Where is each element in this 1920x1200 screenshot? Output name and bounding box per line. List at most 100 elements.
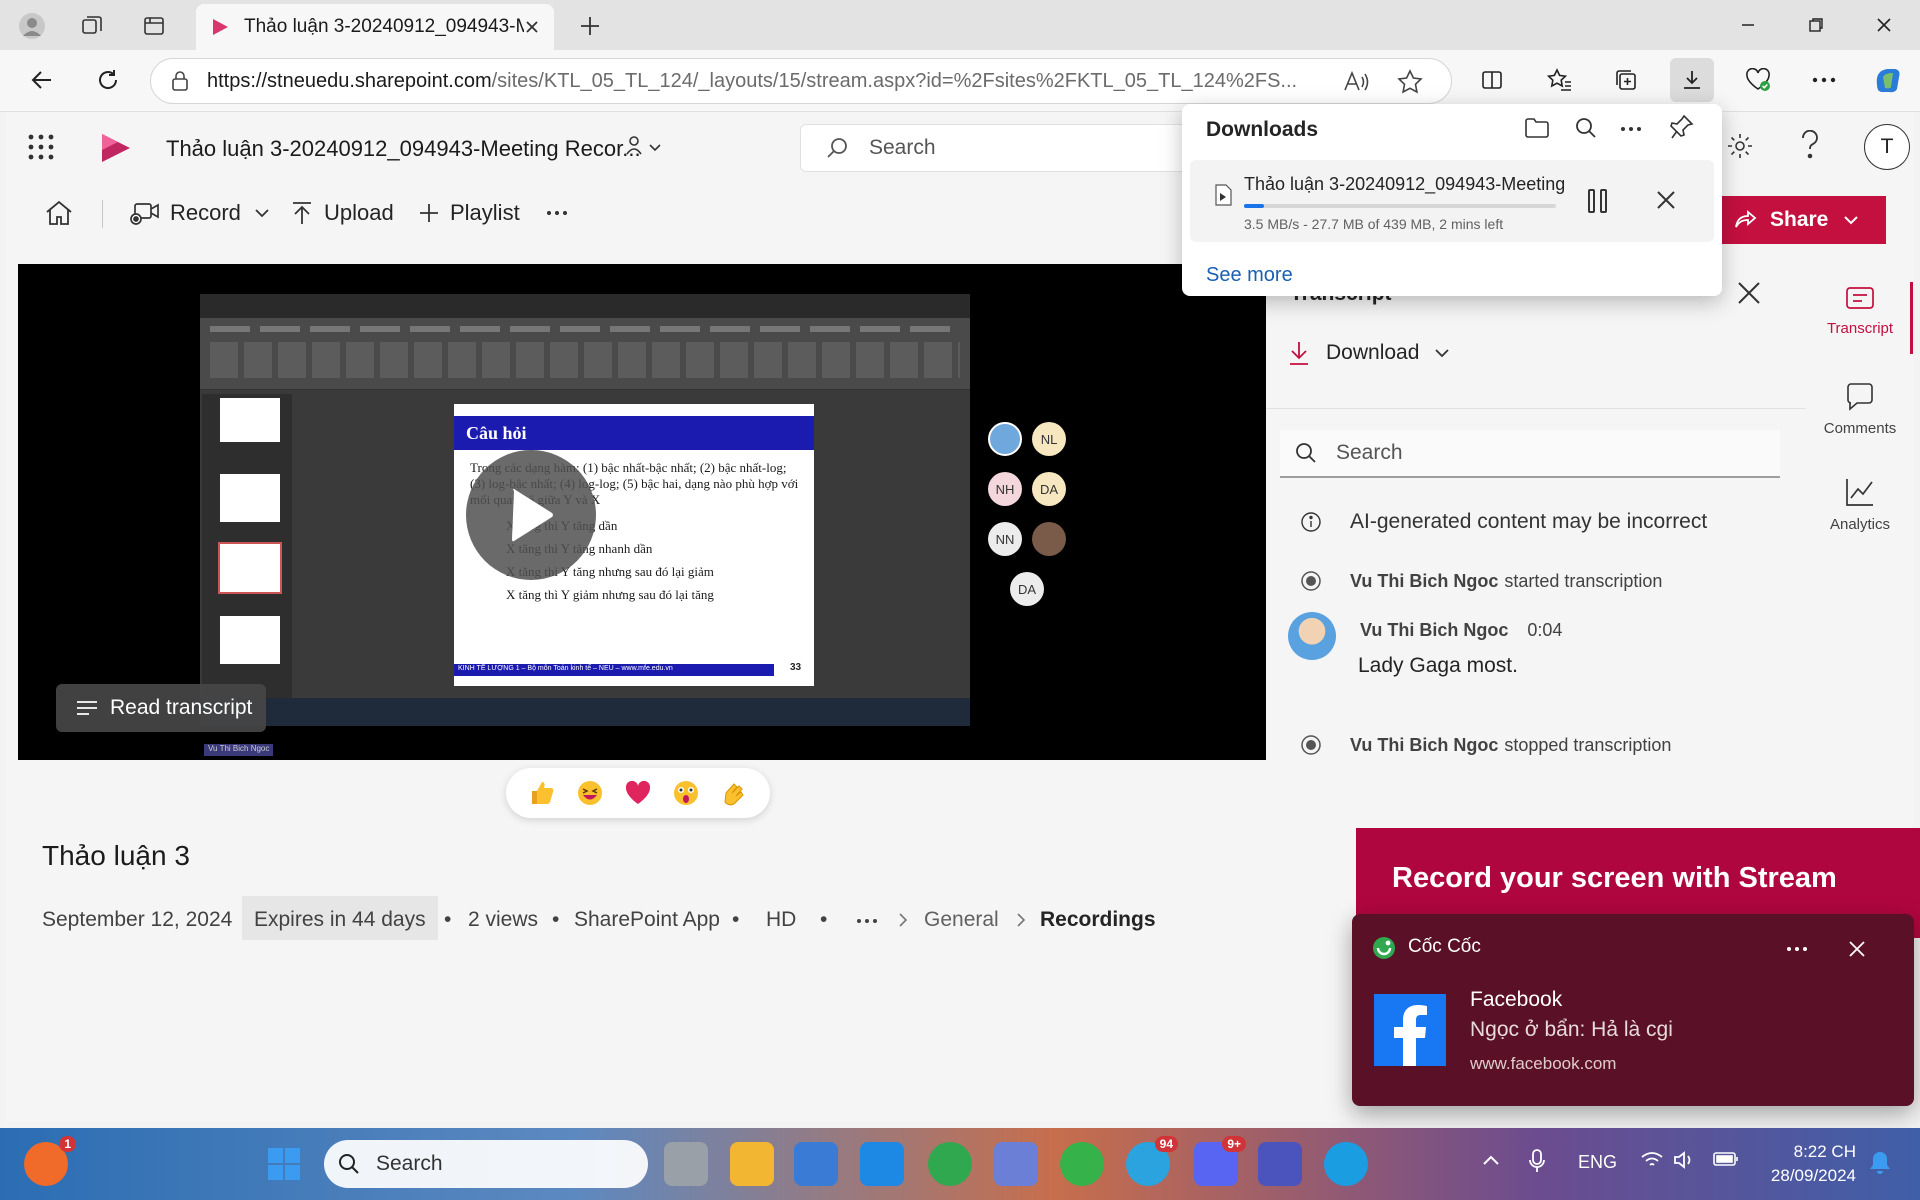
notification-toast[interactable]: Cốc Cốc Facebook Ngọc ở bẩn: Hả là cgi w… (1352, 914, 1914, 1106)
url-path: /sites/KTL_05_TL_124/_layouts/15/stream.… (491, 69, 1297, 92)
entry-text: Lady Gaga most. (1358, 654, 1518, 677)
address-bar[interactable]: https://stneuedu.sharepoint.com/sites/KT… (150, 58, 1452, 104)
taskbar-app-discord-icon[interactable]: 9+ (1194, 1136, 1246, 1186)
input-language[interactable]: ENG (1578, 1152, 1617, 1173)
collections-button[interactable] (1604, 58, 1648, 102)
rail-comments[interactable]: Comments (1806, 382, 1914, 437)
playlist-button[interactable]: Playlist (418, 182, 520, 244)
taskbar-app-teams-icon[interactable] (1258, 1142, 1302, 1186)
microphone-icon[interactable] (1528, 1148, 1546, 1174)
video-player[interactable]: Câu hỏi Trong các dạng hàm: (1) bậc nhất… (18, 264, 1266, 760)
downloads-button[interactable] (1670, 58, 1714, 102)
taskbar-app-coccoc-icon[interactable] (928, 1142, 972, 1186)
app-launcher-icon[interactable] (28, 134, 54, 160)
play-icon (512, 489, 553, 542)
transcript-icon (1846, 287, 1874, 309)
download-item[interactable]: Thảo luận 3-20240912_094943-Meeting 3.5 … (1190, 160, 1714, 242)
read-transcript-button[interactable]: Read transcript (56, 684, 266, 732)
upload-button[interactable]: Upload (290, 182, 394, 244)
breadcrumb-general[interactable]: General (924, 908, 999, 932)
minimize-button[interactable] (1718, 6, 1778, 44)
wifi-icon[interactable] (1640, 1150, 1664, 1170)
copilot-button[interactable] (1866, 58, 1910, 102)
heart-reaction-icon[interactable] (620, 775, 656, 811)
entry-timestamp[interactable]: 0:04 (1527, 620, 1562, 640)
more-menu-button[interactable] (1802, 58, 1846, 102)
rail-transcript[interactable]: Transcript (1806, 286, 1914, 337)
event-speaker: Vu Thi Bich Ngoc (1350, 570, 1499, 591)
record-button[interactable]: Record (130, 182, 279, 244)
restore-button[interactable] (1786, 6, 1846, 44)
favorites-button[interactable] (1538, 58, 1582, 102)
help-icon[interactable] (1800, 130, 1820, 160)
close-tab-icon[interactable] (524, 19, 540, 35)
more-commands-button[interactable] (546, 182, 578, 244)
browser-essentials-button[interactable] (1736, 58, 1780, 102)
taskbar-app-taskview-icon[interactable] (664, 1142, 708, 1186)
clapping-reaction-icon[interactable] (716, 775, 752, 811)
slide-bullet: X tăng thì Y giảm nhưng sau đó lại tăng (506, 587, 714, 602)
more-icon (547, 211, 567, 215)
toast-close-icon[interactable] (1848, 940, 1866, 958)
thumbs-up-reaction-icon[interactable] (524, 775, 560, 811)
settings-gear-icon[interactable] (1726, 132, 1754, 160)
user-avatar[interactable]: T (1864, 124, 1910, 170)
taskbar-app-coccoc-profile-icon[interactable] (1060, 1142, 1104, 1186)
read-aloud-icon[interactable] (1343, 70, 1369, 94)
home-button[interactable] (44, 182, 84, 244)
taskbar-app-cube-icon[interactable] (994, 1142, 1038, 1186)
taskbar-app-telegram-icon[interactable]: 94 (1126, 1136, 1178, 1186)
tab-stream[interactable]: Thảo luận 3-20240912_094943-M (196, 4, 554, 50)
toast-title: Facebook (1470, 988, 1563, 1011)
shared-taskbar (200, 698, 970, 726)
open-folder-icon[interactable] (1524, 116, 1550, 140)
taskbar-app-vscode-icon[interactable] (860, 1142, 904, 1186)
rail-analytics[interactable]: Analytics (1806, 476, 1914, 533)
app-search-box[interactable]: Search (800, 124, 1220, 172)
close-transcript-icon[interactable] (1736, 280, 1762, 306)
taskbar-badge: 1 (59, 1136, 76, 1152)
show-hidden-icons[interactable] (1482, 1154, 1500, 1166)
expiry-badge[interactable]: Expires in 44 days (242, 896, 438, 940)
clock[interactable]: 8:22 CH 28/09/2024 (1756, 1140, 1856, 1188)
taskbar-app-firefox-icon[interactable]: 1 (24, 1136, 76, 1186)
clock-date: 28/09/2024 (1770, 1166, 1856, 1185)
split-screen-button[interactable] (1470, 58, 1514, 102)
close-window-button[interactable] (1854, 6, 1914, 44)
transcript-search-input[interactable]: Search (1280, 430, 1780, 478)
downloads-more-icon[interactable] (1620, 126, 1642, 132)
share-button[interactable]: Share (1716, 196, 1886, 244)
search-downloads-icon[interactable] (1574, 116, 1598, 140)
tab-actions-icon[interactable] (138, 10, 170, 42)
taskbar-app-edge-icon[interactable] (1324, 1142, 1368, 1186)
toast-more-icon[interactable] (1786, 946, 1808, 952)
taskbar-app-explorer-icon[interactable] (730, 1142, 774, 1186)
workspaces-icon[interactable] (76, 10, 108, 42)
see-more-link[interactable]: See more (1206, 264, 1293, 287)
breadcrumb-more-icon[interactable] (856, 918, 878, 924)
pin-icon[interactable] (1670, 114, 1694, 140)
surprised-reaction-icon[interactable] (668, 775, 704, 811)
start-button[interactable] (262, 1142, 306, 1186)
taskbar-search[interactable]: Search (324, 1140, 648, 1188)
transcript-download-button[interactable]: Download (1288, 340, 1450, 366)
notifications-bell-icon[interactable] (1868, 1150, 1892, 1176)
battery-icon[interactable] (1712, 1150, 1740, 1168)
transcript-entry-header[interactable]: Vu Thi Bich Ngoc 0:04 (1360, 620, 1562, 641)
presenter-label: Vu Thi Bich Ngoc (204, 744, 274, 756)
new-tab-button[interactable] (574, 10, 606, 42)
breadcrumb-recordings[interactable]: Recordings (1040, 908, 1156, 932)
sharing-status-icon[interactable] (624, 132, 666, 160)
volume-icon[interactable] (1672, 1150, 1696, 1170)
favorite-star-icon[interactable] (1397, 69, 1423, 95)
profile-icon[interactable] (16, 10, 48, 42)
taskbar-app-vs-icon[interactable] (794, 1142, 838, 1186)
back-button[interactable] (20, 58, 64, 102)
pause-download-icon[interactable] (1586, 188, 1610, 214)
play-button[interactable] (466, 450, 596, 580)
recording-title: Thảo luận 3 (42, 840, 190, 871)
refresh-button[interactable] (86, 58, 130, 102)
cancel-download-icon[interactable] (1656, 190, 1676, 210)
slide-thumb (220, 398, 280, 442)
laughing-reaction-icon[interactable] (572, 775, 608, 811)
